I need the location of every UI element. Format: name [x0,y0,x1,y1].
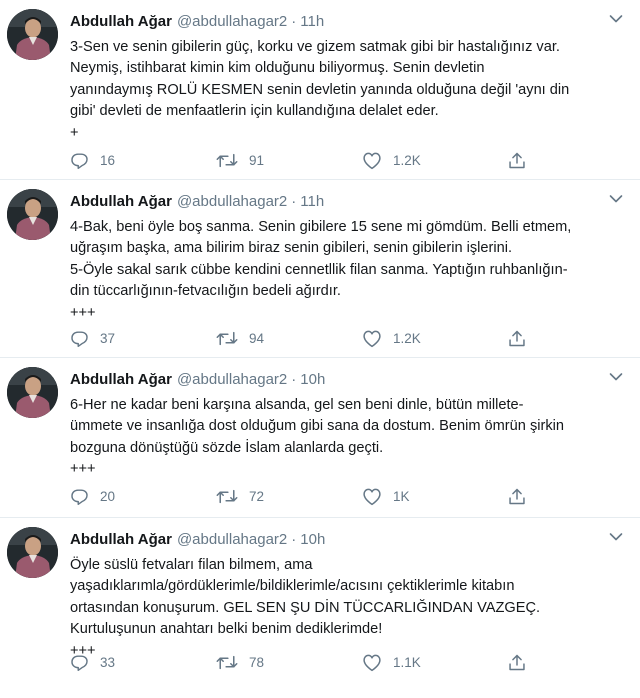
chevron-down-icon[interactable] [609,194,623,204]
user-handle[interactable]: @abdullahagar2 [177,13,287,30]
avatar[interactable] [7,9,58,60]
display-name[interactable]: Abdullah Ağar [70,193,172,210]
tweet-header: Abdullah Ağar @abdullahagar2 · 10h [70,370,600,390]
reply-icon [71,488,88,505]
retweet-count: 78 [249,654,265,670]
separator: · [291,193,297,210]
tweet[interactable]: Abdullah Ağar @abdullahagar2 · 11h 3-Sen ve… [0,0,640,180]
heart-icon [363,152,381,169]
retweet-icon [216,655,238,669]
share-button[interactable] [508,650,537,674]
avatar-photo [7,527,58,578]
heart-icon [363,488,381,505]
retweet-button[interactable]: 94 [216,326,264,350]
like-button[interactable]: 1.1K [362,650,421,674]
avatar-photo [7,9,58,60]
chevron-down-icon[interactable] [609,14,623,24]
reply-count: 37 [100,330,116,346]
like-button[interactable]: 1.2K [362,326,421,350]
like-count: 1.2K [393,330,421,346]
timestamp[interactable]: 10h [300,531,325,548]
chevron-down-icon[interactable] [609,532,623,542]
like-count: 1.1K [393,654,421,670]
share-icon [509,152,525,168]
avatar-photo [7,189,58,240]
share-button[interactable] [508,484,537,508]
heart-icon [363,654,381,671]
avatar[interactable] [7,367,58,418]
avatar-photo [7,367,58,418]
tweet-text: 6-Her ne kadar beni karşına alsanda, gel… [70,397,565,478]
like-button[interactable]: 1.2K [362,148,421,172]
retweet-icon [216,153,238,167]
separator: · [291,13,297,30]
tweet-actions: 16 91 1.2K [70,148,540,172]
timestamp[interactable]: 10h [300,371,325,388]
tweet-text: 3-Sen ve senin gibilerin güç, korku ve g… [70,39,570,141]
share-icon [509,488,525,504]
user-handle[interactable]: @abdullahagar2 [177,371,287,388]
display-name[interactable]: Abdullah Ağar [70,13,172,30]
retweet-icon [216,489,238,503]
timestamp[interactable]: 11h [300,13,324,30]
reply-count: 16 [100,152,116,168]
reply-button[interactable]: 37 [70,326,115,350]
reply-icon [71,152,88,169]
like-count: 1.2K [393,152,421,168]
share-icon [509,330,525,346]
tweet-header: Abdullah Ağar @abdullahagar2 · 11h [70,192,600,212]
tweet-text: 4-Bak, beni öyle boş sanma. Senin gibile… [70,219,572,321]
retweet-button[interactable]: 72 [216,484,264,508]
tweet-header: Abdullah Ağar @abdullahagar2 · 10h [70,530,600,550]
tweet[interactable]: Abdullah Ağar @abdullahagar2 · 10h 6-Her ne… [0,358,640,518]
tweet-actions: 37 94 1.2K [70,326,540,350]
retweet-count: 72 [249,488,265,504]
separator: · [291,371,297,388]
display-name[interactable]: Abdullah Ağar [70,531,172,548]
user-handle[interactable]: @abdullahagar2 [177,193,287,210]
tweet-header: Abdullah Ağar @abdullahagar2 · 11h [70,12,600,32]
tweet-actions: 20 72 1K [70,484,540,508]
tweet-actions: 33 78 1.1K [70,650,540,674]
tweet-text: Öyle süslü fetvaları filan bilmem, ama y… [70,557,541,659]
reply-count: 20 [100,488,116,504]
share-button[interactable] [508,326,537,350]
display-name[interactable]: Abdullah Ağar [70,371,172,388]
reply-button[interactable]: 33 [70,650,115,674]
reply-count: 33 [100,654,116,670]
avatar[interactable] [7,189,58,240]
retweet-count: 94 [249,330,265,346]
like-count: 1K [393,488,410,504]
tweet[interactable]: Abdullah Ağar @abdullahagar2 · 10h Öyle süs… [0,518,640,698]
retweet-button[interactable]: 91 [216,148,264,172]
share-icon [509,654,525,670]
heart-icon [363,330,381,347]
retweet-icon [216,331,238,345]
avatar[interactable] [7,527,58,578]
tweet[interactable]: Abdullah Ağar @abdullahagar2 · 11h 4-Bak, b… [0,180,640,358]
like-button[interactable]: 1K [362,484,410,508]
reply-button[interactable]: 20 [70,484,115,508]
retweet-count: 91 [249,152,265,168]
reply-button[interactable]: 16 [70,148,115,172]
user-handle[interactable]: @abdullahagar2 [177,531,287,548]
tweet-timeline: Abdullah Ağar @abdullahagar2 · 11h 3-Sen ve… [0,0,640,698]
reply-icon [71,654,88,671]
separator: · [291,531,297,548]
share-button[interactable] [508,148,537,172]
retweet-button[interactable]: 78 [216,650,264,674]
timestamp[interactable]: 11h [300,193,324,210]
reply-icon [71,330,88,347]
chevron-down-icon[interactable] [609,372,623,382]
